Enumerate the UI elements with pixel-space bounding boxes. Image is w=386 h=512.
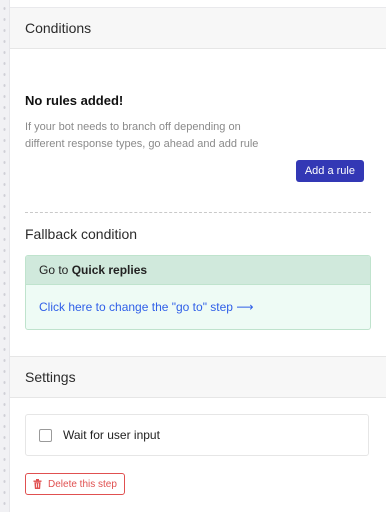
goto-prefix: Go to — [39, 263, 69, 277]
trash-icon — [33, 479, 42, 489]
settings-header: Settings — [10, 357, 386, 398]
change-goto-link[interactable]: Click here to change the "go to" step ⟶ — [39, 300, 254, 314]
no-rules-title: No rules added! — [25, 93, 124, 108]
fallback-title: Fallback condition — [25, 226, 138, 242]
step-settings-panel: Conditions No rules added! If your bot n… — [9, 0, 386, 512]
wait-for-input-option[interactable]: Wait for user input — [25, 414, 369, 456]
delete-step-label: Delete this step — [48, 478, 117, 490]
canvas-dot-grid — [0, 0, 9, 512]
change-goto-link-text: Click here to change the "go to" step — [39, 300, 233, 314]
panel-top-edge — [10, 0, 386, 8]
no-rules-description: If your bot needs to branch off dependin… — [25, 121, 259, 150]
fallback-goto-header: Go to Quick replies — [26, 256, 370, 285]
fallback-card: Go to Quick replies Click here to change… — [25, 255, 371, 330]
conditions-title: Conditions — [25, 20, 92, 36]
wait-for-input-label: Wait for user input — [63, 428, 160, 442]
conditions-header: Conditions — [10, 8, 386, 49]
settings-title: Settings — [25, 369, 76, 385]
delete-step-button[interactable]: Delete this step — [25, 473, 125, 495]
dashed-divider — [25, 212, 371, 213]
fallback-card-body: Click here to change the "go to" step ⟶ — [26, 285, 370, 329]
rules-empty-state: No rules added! If your bot needs to bra… — [10, 93, 386, 182]
arrow-right-icon: ⟶ — [236, 300, 254, 314]
wait-for-input-checkbox[interactable] — [39, 428, 52, 442]
goto-target: Quick replies — [71, 263, 148, 277]
add-rule-button[interactable]: Add a rule — [295, 160, 364, 182]
